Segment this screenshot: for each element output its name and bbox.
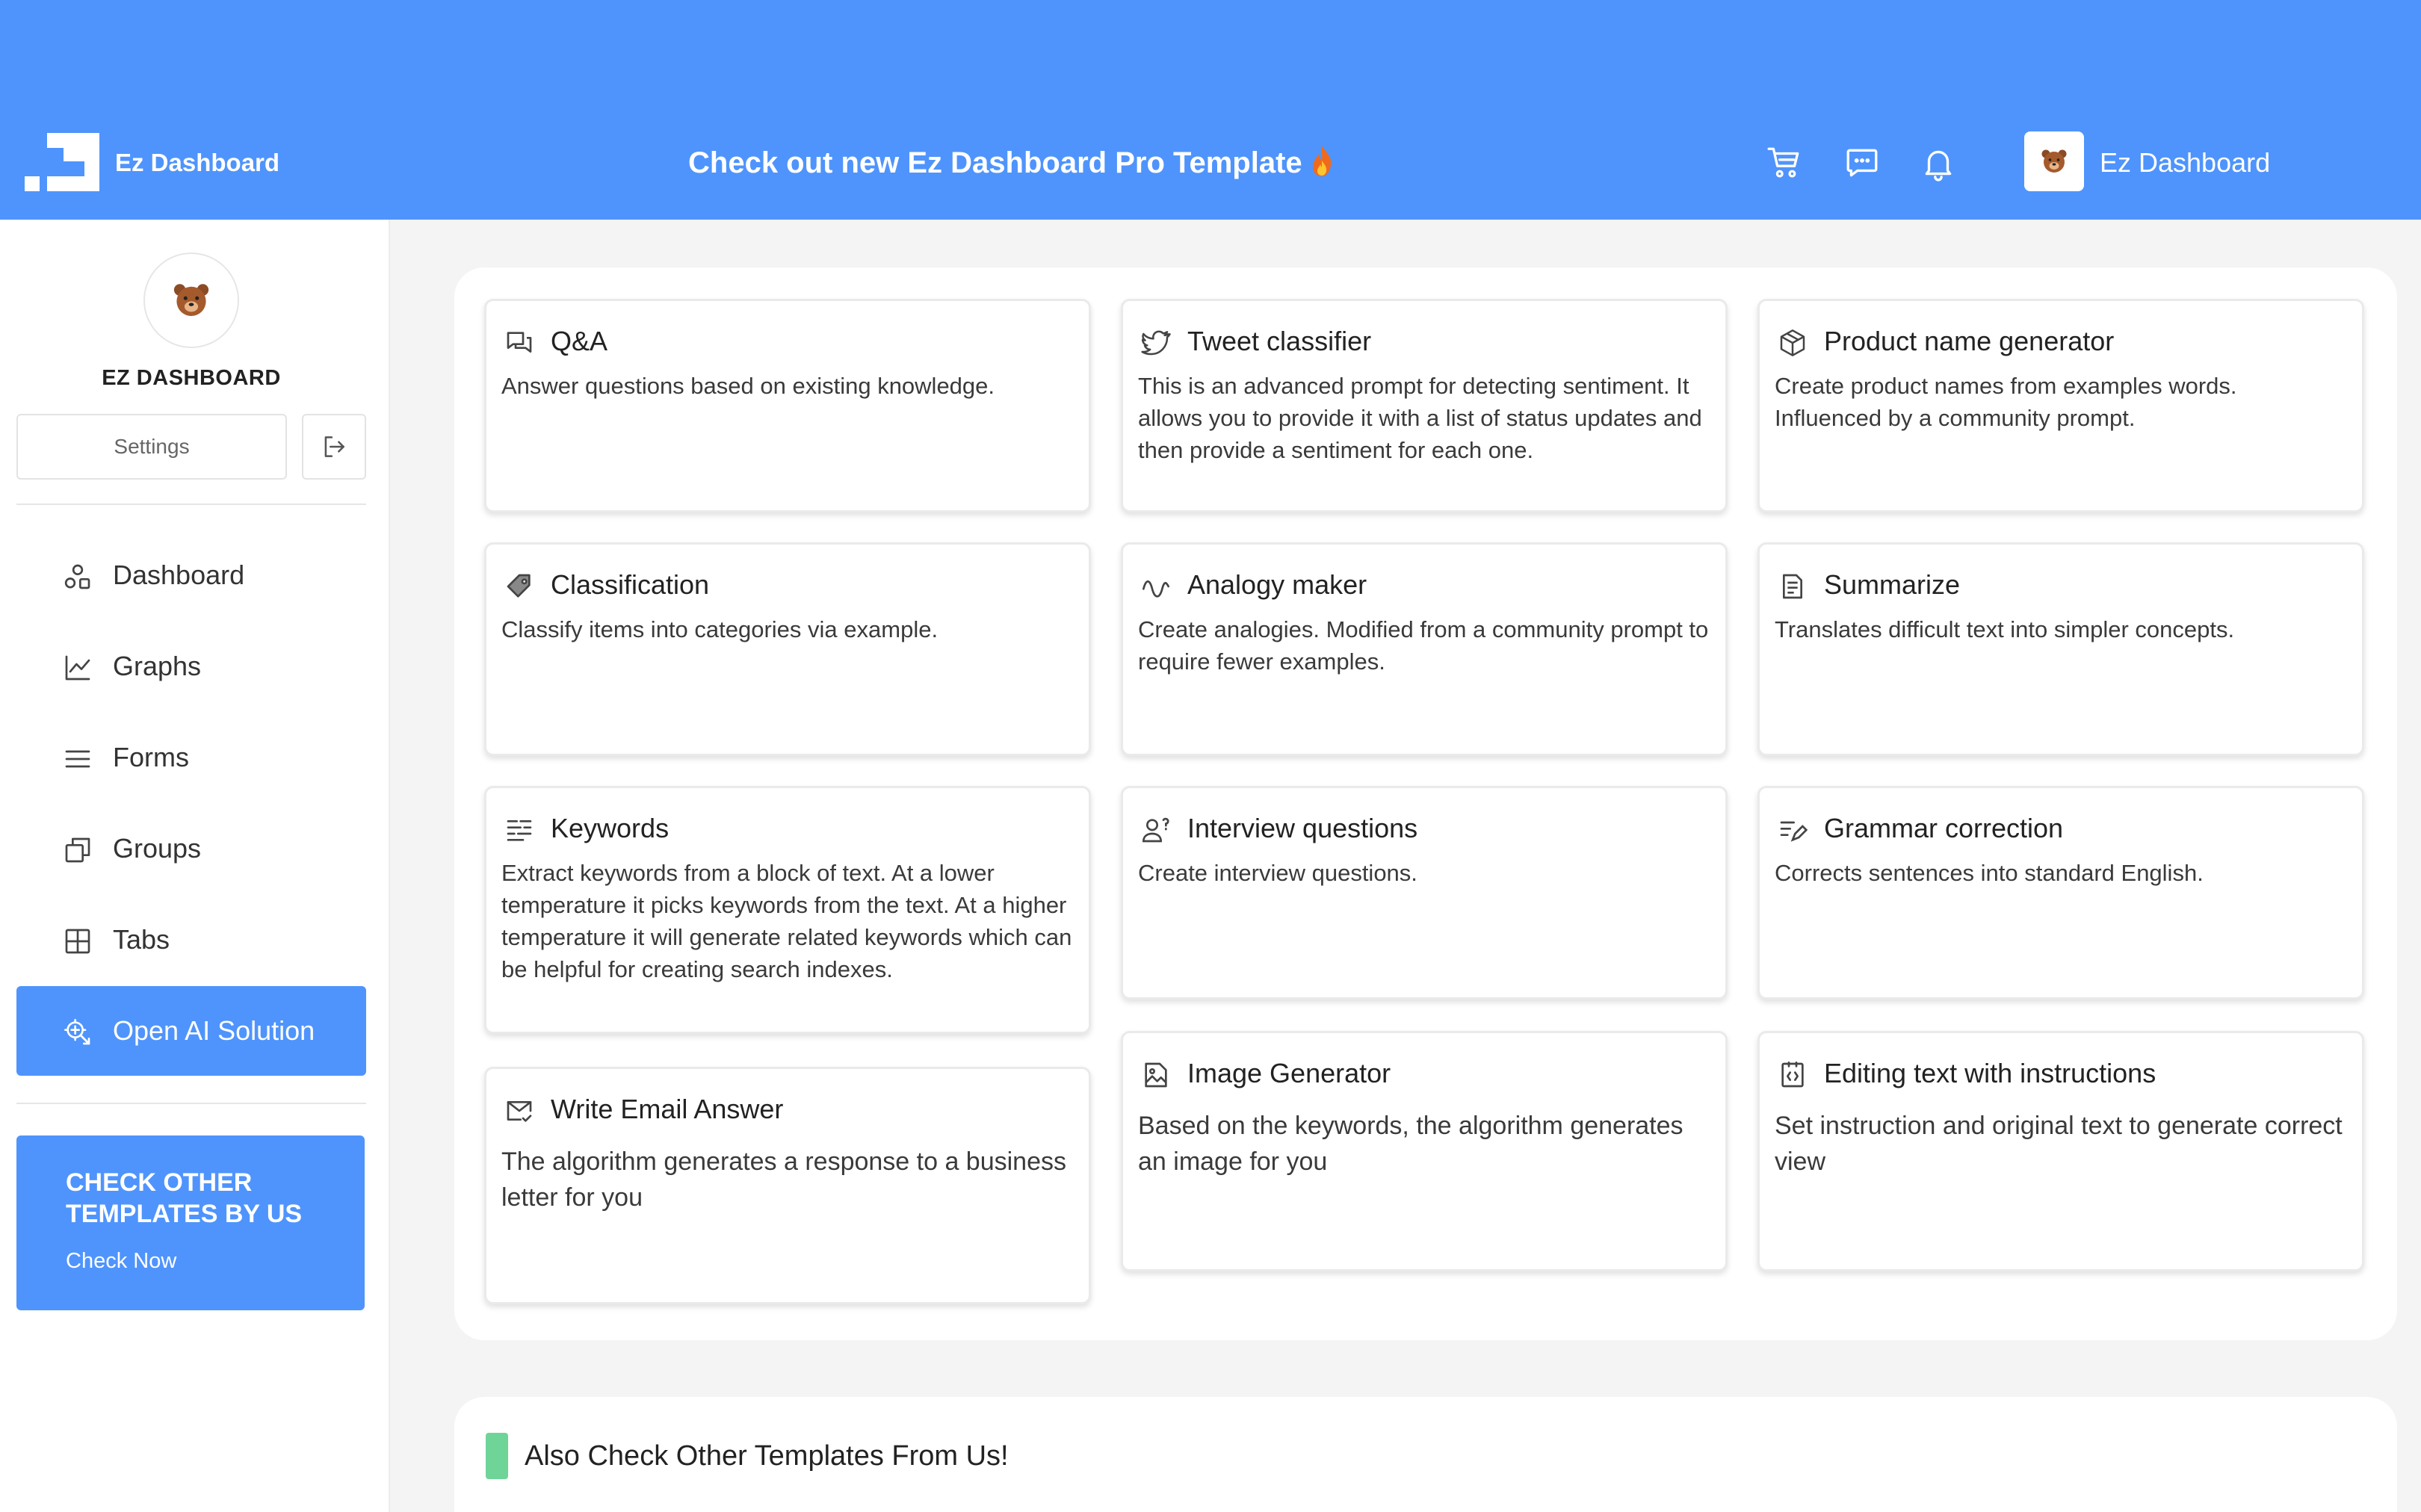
card-analogy-maker[interactable]: Analogy maker Create analogies. Modified…	[1121, 542, 1728, 756]
card-title: Editing text with instructions	[1824, 1058, 2156, 1088]
twitter-icon	[1141, 330, 1171, 356]
document-icon	[1783, 574, 1802, 599]
chart-line-icon	[65, 655, 90, 681]
person-question-icon	[1142, 817, 1169, 843]
sidebar-divider	[16, 1103, 366, 1104]
fire-icon	[1310, 144, 1334, 177]
card-title: Q&A	[551, 326, 608, 356]
card-description: The algorithm generates a response to a …	[501, 1147, 1067, 1212]
check-templates-card[interactable]: CHECK OTHER TEMPLATES BY US Check Now	[16, 1135, 365, 1310]
card-title: Tweet classifier	[1187, 326, 1372, 356]
sidebar-item-label: Graphs	[113, 651, 202, 681]
sidebar-item-label: Tabs	[113, 924, 170, 955]
qa-icon	[507, 332, 532, 353]
shapes-icon	[64, 564, 90, 589]
card-description: Create analogies. Modified from a commun…	[1138, 616, 1709, 675]
sidebar-item-label: Open AI Solution	[113, 1015, 315, 1046]
logout-button[interactable]	[302, 414, 366, 480]
cart-icon[interactable]	[1763, 142, 1805, 184]
brand-name[interactable]: Ez Dashboard	[115, 146, 279, 179]
tag-icon	[507, 574, 531, 598]
bear-icon	[173, 284, 209, 316]
card-description: Create product names from examples words…	[1775, 373, 2237, 431]
card-keywords[interactable]: Keywords Extract keywords from a block o…	[484, 786, 1091, 1034]
promo-text: Check out new Ez Dashboard Pro Template	[688, 146, 1302, 179]
card-title: Product name generator	[1824, 326, 2115, 356]
card-title: Summarize	[1824, 569, 1961, 600]
wave-icon	[1143, 580, 1169, 598]
card-summarize[interactable]: Summarize Translates difficult text into…	[1757, 542, 2364, 756]
section-marker	[486, 1433, 508, 1479]
card-description: Corrects sentences into standard English…	[1775, 860, 2204, 886]
card-description: Set instruction and original text to gen…	[1775, 1112, 2343, 1176]
card-editing-text[interactable]: Editing text with instructions Set instr…	[1757, 1031, 2364, 1271]
card-description: Extract keywords from a block of text. A…	[501, 860, 1072, 982]
list-icon	[65, 750, 90, 768]
profile-name: EZ DASHBOARD	[102, 366, 281, 390]
sidebar-item-label: Dashboard	[113, 560, 245, 590]
promo-link[interactable]: Check out new Ez Dashboard Pro Template	[688, 142, 1334, 184]
grid-icon	[65, 929, 90, 954]
card-qa[interactable]: Q&A Answer questions based on existing k…	[484, 299, 1091, 512]
card-description: This is an advanced prompt for detecting…	[1138, 373, 1702, 463]
image-icon	[1145, 1062, 1167, 1088]
profile-avatar[interactable]	[143, 252, 239, 348]
card-description: Classify items into categories via examp…	[501, 616, 939, 642]
card-title: Interview questions	[1187, 813, 1418, 843]
bell-icon[interactable]	[1917, 142, 1959, 184]
sidebar-item-open-ai-solution[interactable]: Open AI Solution	[16, 986, 366, 1076]
check-now-link[interactable]: Check Now	[66, 1249, 365, 1274]
card-title: Grammar correction	[1824, 813, 2064, 843]
card-product-name-generator[interactable]: Product name generator Create product na…	[1757, 299, 2364, 512]
user-name[interactable]: Ez Dashboard	[2100, 146, 2270, 179]
card-write-email-answer[interactable]: Write Email Answer The algorithm generat…	[484, 1067, 1091, 1304]
ai-icon	[64, 1019, 90, 1045]
card-classification[interactable]: Classification Classify items into categ…	[484, 542, 1091, 756]
settings-button[interactable]: Settings	[16, 414, 287, 480]
other-templates-title: Also Check Other Templates From Us!	[525, 1440, 1009, 1472]
card-description: Create interview questions.	[1138, 860, 1417, 886]
box-icon	[1780, 329, 1805, 356]
sidebar: EZ DASHBOARD Settings Dashboard Graphs F…	[0, 220, 390, 1512]
sidebar-item-graphs[interactable]: Graphs	[16, 622, 366, 711]
card-description: Based on the keywords, the algorithm gen…	[1138, 1112, 1683, 1176]
sidebar-item-label: Groups	[113, 833, 202, 864]
sidebar-item-label: Forms	[113, 742, 189, 772]
user-avatar[interactable]	[2024, 131, 2084, 191]
code-file-icon	[1781, 1062, 1804, 1088]
card-tweet-classifier[interactable]: Tweet classifier This is an advanced pro…	[1121, 299, 1728, 512]
card-description: Translates difficult text into simpler c…	[1775, 616, 2235, 642]
brand-logo[interactable]	[25, 133, 99, 191]
bear-icon	[2041, 149, 2067, 173]
sidebar-item-tabs[interactable]: Tabs	[16, 895, 366, 985]
card-title: Classification	[551, 569, 710, 600]
card-image-generator[interactable]: Image Generator Based on the keywords, t…	[1121, 1031, 1728, 1271]
card-title: Image Generator	[1187, 1058, 1391, 1088]
chat-icon[interactable]	[1841, 142, 1883, 184]
text-edit-icon	[1780, 821, 1808, 842]
keywords-icon	[507, 820, 532, 841]
card-title: Write Email Answer	[551, 1094, 784, 1124]
card-interview-questions[interactable]: Interview questions Create interview que…	[1121, 786, 1728, 1000]
promo-card-title: CHECK OTHER TEMPLATES BY US	[66, 1168, 303, 1228]
sidebar-item-groups[interactable]: Groups	[16, 804, 366, 893]
sidebar-item-forms[interactable]: Forms	[16, 713, 366, 802]
card-title: Keywords	[551, 813, 670, 843]
sidebar-item-dashboard[interactable]: Dashboard	[16, 530, 366, 620]
copy-icon	[65, 837, 90, 863]
card-title: Analogy maker	[1187, 569, 1367, 600]
top-header: Ez Dashboard Check out new Ez Dashboard …	[0, 0, 2421, 220]
mail-check-icon	[507, 1101, 532, 1122]
card-description: Answer questions based on existing knowl…	[501, 373, 995, 399]
card-grammar-correction[interactable]: Grammar correction Corrects sentences in…	[1757, 786, 2364, 1000]
sidebar-divider	[16, 504, 366, 505]
logout-icon	[324, 436, 344, 457]
